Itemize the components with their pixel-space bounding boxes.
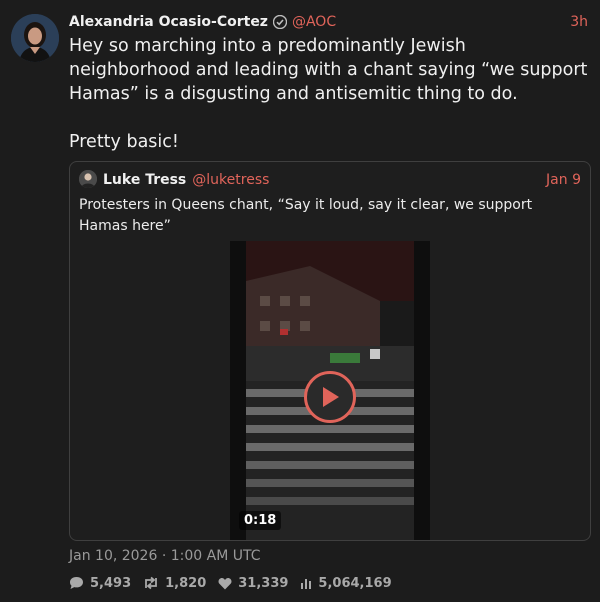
quote-author-handle[interactable]: @luketress bbox=[192, 172, 269, 188]
post-header: Alexandria Ocasio-Cortez @AOC 3h bbox=[69, 12, 588, 32]
repost-arrows-icon bbox=[145, 576, 158, 590]
author-avatar[interactable] bbox=[11, 14, 59, 62]
post-text: Hey so marching into a predominantly Jew… bbox=[69, 36, 588, 152]
post-stats: 5,493 1,820 31,339 5,064,169 bbox=[69, 573, 404, 593]
quote-text: Protesters in Queens chant, “Say it loud… bbox=[79, 197, 533, 234]
repost-stat[interactable]: 1,820 bbox=[143, 576, 206, 591]
speech-bubble-icon bbox=[70, 577, 83, 589]
quote-author-name[interactable]: Luke Tress bbox=[103, 172, 186, 188]
play-icon[interactable] bbox=[304, 371, 356, 423]
like-stat[interactable]: 31,339 bbox=[218, 576, 288, 591]
quote-author-avatar[interactable] bbox=[79, 170, 97, 188]
reply-stat[interactable]: 5,493 bbox=[69, 576, 131, 591]
post-timestamp[interactable]: Jan 10, 2026 · 1:00 AM UTC bbox=[69, 548, 260, 564]
bar-chart-icon bbox=[301, 579, 312, 589]
views-stat[interactable]: 5,064,169 bbox=[300, 575, 392, 591]
verified-badge-icon bbox=[272, 15, 287, 29]
like-count: 31,339 bbox=[238, 575, 289, 591]
views-count: 5,064,169 bbox=[318, 575, 392, 591]
quote-header: Luke Tress @luketress Jan 9 bbox=[103, 169, 581, 191]
reply-count: 5,493 bbox=[90, 575, 132, 591]
post-relative-time[interactable]: 3h bbox=[570, 14, 588, 30]
quoted-post[interactable]: Luke Tress @luketress Jan 9 Protesters i… bbox=[69, 161, 591, 541]
heart-icon bbox=[218, 577, 232, 589]
repost-count: 1,820 bbox=[165, 575, 207, 591]
author-handle[interactable]: @AOC bbox=[292, 14, 336, 30]
author-name[interactable]: Alexandria Ocasio-Cortez bbox=[69, 14, 268, 30]
quote-date[interactable]: Jan 9 bbox=[546, 172, 581, 188]
video-duration: 0:18 bbox=[239, 511, 282, 530]
